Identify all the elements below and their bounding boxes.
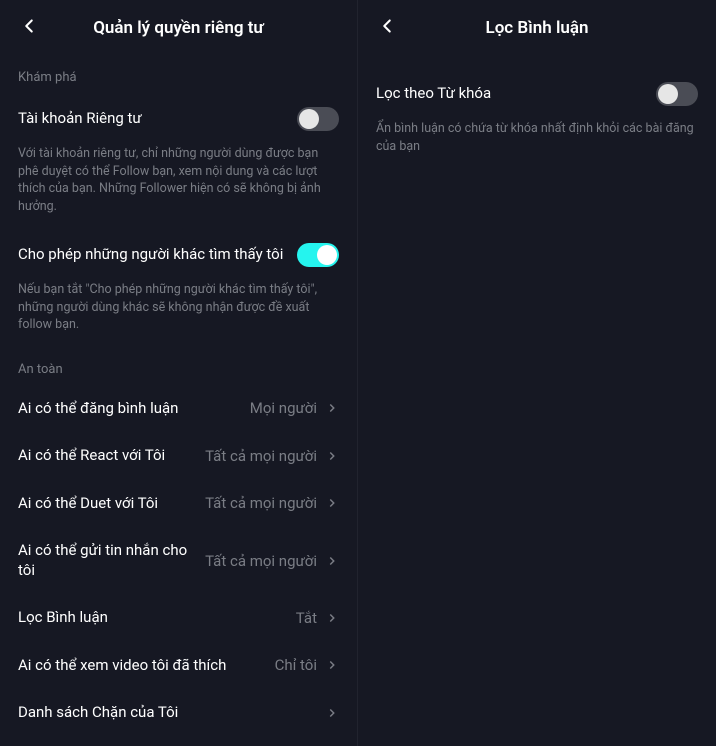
privacy-settings-panel: Quản lý quyền riêng tư Khám phá Tài khoả… [0,0,358,746]
toggle-knob [299,109,319,129]
row-label: Ai có thể gửi tin nhắn cho tôi [18,541,205,580]
row-value: Tất cả mọi người [205,447,317,465]
row-value: Mọi người [250,399,317,417]
row-label: Ai có thể Duet với Tôi [18,494,205,514]
who-can-message-row[interactable]: Ai có thể gửi tin nhắn cho tôi Tất cả mọ… [0,527,357,594]
private-account-row[interactable]: Tài khoản Riêng tư [0,93,357,145]
who-can-comment-row[interactable]: Ai có thể đăng bình luận Mọi người [0,385,357,433]
block-list-row[interactable]: Danh sách Chặn của Tôi [0,689,357,737]
row-right: Tất cả mọi người [205,552,339,570]
chevron-right-icon [325,706,339,720]
row-label: Lọc Bình luận [18,608,296,628]
row-right: Tắt [296,609,339,627]
row-label: Ai có thể xem video tôi đã thích [18,656,275,676]
chevron-right-icon [325,554,339,568]
row-right: Tất cả mọi người [205,494,339,512]
discoverable-label: Cho phép những người khác tìm thấy tôi [18,245,297,265]
who-can-view-liked-row[interactable]: Ai có thể xem video tôi đã thích Chỉ tôi [0,642,357,690]
section-safety-label: An toàn [0,348,357,385]
discoverable-row[interactable]: Cho phép những người khác tìm thấy tôi [0,229,357,281]
chevron-right-icon [325,611,339,625]
discoverable-toggle[interactable] [297,243,339,267]
row-right: Tất cả mọi người [205,447,339,465]
keyword-filter-toggle[interactable] [656,82,698,106]
row-label: Danh sách Chặn của Tôi [18,703,317,723]
row-label: Ai có thể đăng bình luận [18,399,250,419]
chevron-right-icon [325,449,339,463]
chevron-right-icon [325,401,339,415]
page-title: Lọc Bình luận [376,18,698,38]
chevron-right-icon [325,496,339,510]
discoverable-desc: Nếu bạn tắt "Cho phép những người khác t… [0,281,357,348]
header: Quản lý quyền riêng tư [0,0,357,56]
row-value: Tất cả mọi người [205,494,317,512]
toggle-knob [317,245,337,265]
who-can-duet-row[interactable]: Ai có thể Duet với Tôi Tất cả mọi người [0,480,357,528]
row-right: Mọi người [250,399,339,417]
row-right: Chỉ tôi [275,656,339,674]
row-value: Chỉ tôi [275,656,317,674]
chevron-right-icon [325,658,339,672]
arrow-left-icon [376,15,398,37]
keyword-filter-desc: Ẩn bình luận có chứa từ khóa nhất định k… [358,120,716,169]
comment-filter-row[interactable]: Lọc Bình luận Tắt [0,594,357,642]
arrow-left-icon [18,15,40,37]
keyword-filter-row[interactable]: Lọc theo Từ khóa [358,68,716,120]
row-label: Ai có thể React với Tôi [18,446,205,466]
keyword-filter-label: Lọc theo Từ khóa [376,84,656,104]
row-right [317,706,339,720]
page-title: Quản lý quyền riêng tư [18,18,339,38]
header: Lọc Bình luận [358,0,716,56]
toggle-knob [658,84,678,104]
row-value: Tắt [296,609,317,627]
who-can-react-row[interactable]: Ai có thể React với Tôi Tất cả mọi người [0,432,357,480]
row-value: Tất cả mọi người [205,552,317,570]
private-account-label: Tài khoản Riêng tư [18,109,297,129]
comment-filter-panel: Lọc Bình luận Lọc theo Từ khóa Ẩn bình l… [358,0,716,746]
private-account-desc: Với tài khoản riêng tư, chỉ những người … [0,145,357,229]
back-button[interactable] [18,15,40,41]
section-discover-label: Khám phá [0,56,357,93]
back-button[interactable] [376,15,398,41]
private-account-toggle[interactable] [297,107,339,131]
